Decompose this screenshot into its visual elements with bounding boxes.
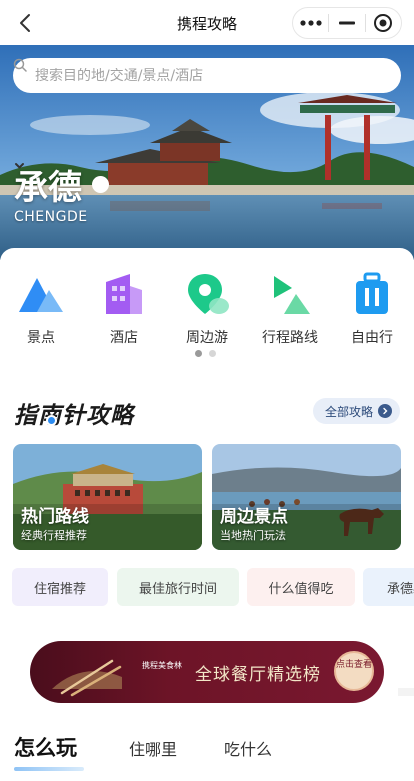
mountain-icon xyxy=(17,270,65,318)
content-tabs: 怎么玩 住哪里 吃什么 xyxy=(0,728,414,778)
mini-program-capsule xyxy=(292,7,402,39)
chip-must-visit[interactable]: 承德必 xyxy=(363,568,414,606)
main-content: 景点 酒店 周边游 行程路线 自由行 指南针攻略 全部攻略 热门路线 经典行程推… xyxy=(0,248,414,781)
feature-card-nearby-sights[interactable]: 周边景点 当地热门玩法 xyxy=(212,444,401,550)
feature-title: 热门路线 xyxy=(21,507,89,527)
all-guides-label: 全部攻略 xyxy=(324,404,373,419)
chevron-right-icon xyxy=(378,404,392,418)
page-dot-active xyxy=(195,350,202,357)
chip-food[interactable]: 什么值得吃 xyxy=(247,568,355,606)
tab-how-to-play[interactable]: 怎么玩 xyxy=(14,732,77,762)
building-icon xyxy=(100,270,148,318)
category-item-route[interactable]: 行程路线 xyxy=(250,270,330,347)
banner-headline: 全球餐厅精选榜 xyxy=(195,665,321,685)
chip-best-time[interactable]: 最佳旅行时间 xyxy=(117,568,239,606)
category-grid: 景点 酒店 周边游 行程路线 自由行 xyxy=(0,270,414,350)
active-tab-indicator xyxy=(14,767,84,771)
chevron-down-icon[interactable] xyxy=(15,163,109,193)
category-item-nearby[interactable]: 周边游 xyxy=(167,270,247,347)
banner-brand: 携程美食林 xyxy=(142,661,182,670)
search-input[interactable] xyxy=(35,67,335,84)
category-item-hotel[interactable]: 酒店 xyxy=(84,270,164,347)
top-nav-bar: 携程攻略 xyxy=(0,0,414,45)
chopsticks-image xyxy=(52,659,122,697)
suitcase-icon xyxy=(348,270,396,318)
close-target-icon[interactable] xyxy=(366,8,401,38)
city-selector[interactable]: 承德 xyxy=(14,160,109,209)
search-bar[interactable] xyxy=(13,58,401,93)
category-label: 周边游 xyxy=(186,330,228,346)
category-item-free-travel[interactable]: 自由行 xyxy=(332,270,412,347)
tab-where-to-stay[interactable]: 住哪里 xyxy=(129,736,177,760)
category-label: 自由行 xyxy=(351,330,393,346)
feature-card-hot-routes[interactable]: 热门路线 经典行程推荐 xyxy=(13,444,202,550)
category-item-sights[interactable]: 景点 xyxy=(1,270,81,347)
feature-subtitle: 经典行程推荐 xyxy=(21,529,87,542)
page-dot xyxy=(209,350,216,357)
more-icon[interactable] xyxy=(293,8,328,38)
section-title-guide: 指南针攻略 xyxy=(14,403,134,429)
minimize-icon[interactable] xyxy=(329,8,364,38)
location-pin-icon xyxy=(183,270,231,318)
banner-cta-button[interactable]: 点击查看 xyxy=(334,651,374,691)
category-label: 景点 xyxy=(27,330,55,346)
chip-accommodation[interactable]: 住宿推荐 xyxy=(12,568,108,606)
city-name-en: CHENGDE xyxy=(14,209,88,225)
edge-decoration xyxy=(398,688,414,696)
category-label: 行程路线 xyxy=(262,330,318,346)
food-ranking-banner[interactable]: 携程美食林 全球餐厅精选榜 点击查看 xyxy=(30,641,384,703)
compass-badge-icon xyxy=(46,415,57,426)
topic-chips: 住宿推荐 最佳旅行时间 什么值得吃 承德必 xyxy=(12,568,414,608)
feature-title: 周边景点 xyxy=(220,507,288,527)
tab-what-to-eat[interactable]: 吃什么 xyxy=(224,736,272,760)
page-indicator xyxy=(195,350,223,357)
category-label: 酒店 xyxy=(110,330,138,346)
hero-banner: 承德 CHENGDE xyxy=(0,45,414,260)
feature-subtitle: 当地热门玩法 xyxy=(220,529,286,542)
all-guides-button[interactable]: 全部攻略 xyxy=(312,398,400,424)
search-icon xyxy=(13,58,27,72)
route-flag-icon xyxy=(266,270,314,318)
